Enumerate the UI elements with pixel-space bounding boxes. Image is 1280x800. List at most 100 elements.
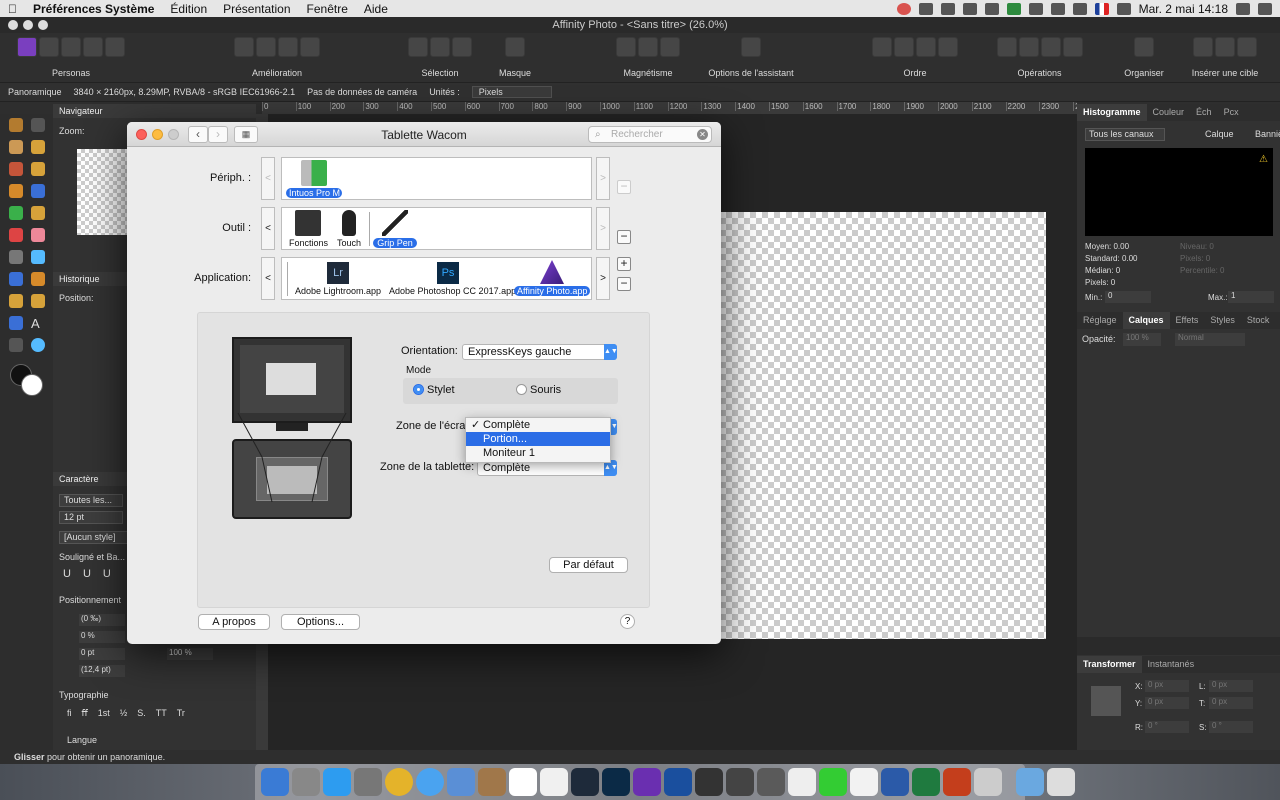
menu-presentation[interactable]: Présentation — [215, 2, 298, 16]
units-select[interactable]: Pixels — [471, 86, 552, 98]
clone-tool-icon[interactable] — [9, 228, 23, 242]
lasso-tool-icon[interactable] — [9, 184, 23, 198]
orientation-select[interactable]: ExpressKeys gauche ▲▼ — [462, 344, 618, 360]
app-left-arrow[interactable]: < — [261, 257, 275, 300]
insert-behind-icon[interactable] — [1215, 37, 1235, 57]
dodge-tool-icon[interactable] — [9, 250, 23, 264]
tool-item-fonctions[interactable]: Fonctions — [286, 208, 330, 248]
mode-souris-radio[interactable]: Souris — [516, 384, 561, 396]
preview-icon[interactable] — [974, 768, 1002, 796]
reminders-icon[interactable] — [540, 768, 568, 796]
tab-effets[interactable]: Effets — [1170, 312, 1205, 329]
photoshop-dock-icon[interactable] — [602, 768, 630, 796]
periph-left-arrow[interactable]: < — [261, 157, 275, 200]
secondary-color-well[interactable] — [21, 374, 43, 396]
app-item-photoshop[interactable]: Ps Adobe Photoshop CC 2017.app — [386, 258, 516, 296]
underline-section[interactable]: Souligné et Ba... — [59, 552, 125, 562]
warning-icon[interactable]: ⚠ — [1259, 154, 1268, 165]
max-field[interactable]: 1 — [1228, 291, 1274, 303]
baseline-field[interactable]: 0 pt — [79, 648, 125, 660]
r-field[interactable]: 0 ° — [1145, 721, 1189, 733]
tool-item-touch[interactable]: Touch — [334, 208, 364, 248]
invert-selection-icon[interactable] — [452, 37, 472, 57]
finder-icon[interactable] — [261, 768, 289, 796]
outil-right-arrow[interactable]: > — [596, 207, 610, 250]
search-field[interactable]: ⌕ Rechercher ✕ — [588, 126, 712, 143]
periph-right-arrow[interactable]: > — [596, 157, 610, 200]
menu-app-name[interactable]: Préférences Système — [25, 2, 162, 16]
pen-tool-icon[interactable] — [31, 294, 45, 308]
strikethrough-button[interactable]: U — [103, 568, 111, 580]
snapping-options-icon[interactable] — [638, 37, 658, 57]
arrange-icon[interactable] — [1134, 37, 1154, 57]
discretionary-ligature-button[interactable]: ﬀ — [82, 708, 88, 719]
quick-mask-icon[interactable] — [505, 37, 525, 57]
l-field[interactable]: 0 px — [1209, 680, 1253, 692]
tab-histogramme[interactable]: Histogramme — [1077, 104, 1147, 121]
lightroom-dock-icon[interactable] — [571, 768, 599, 796]
options-button[interactable]: Options... — [281, 614, 360, 630]
affinity-designer-dock-icon[interactable] — [664, 768, 692, 796]
downloads-folder-icon[interactable] — [1016, 768, 1044, 796]
device-item[interactable]: Intuos Pro M — [286, 158, 342, 198]
tab-transformer[interactable]: Transformer — [1077, 656, 1142, 673]
sponge-tool-icon[interactable] — [31, 250, 45, 264]
export-persona-icon[interactable] — [105, 37, 125, 57]
banniere-checkbox[interactable]: Bannière — [1255, 129, 1280, 139]
tab-reglage[interactable]: Réglage — [1077, 312, 1123, 329]
small-caps-button[interactable]: S. — [137, 708, 146, 719]
s-field[interactable]: 0 ° — [1209, 721, 1253, 733]
healing-tool-icon[interactable] — [9, 294, 23, 308]
system-preferences-icon[interactable] — [354, 768, 382, 796]
tab-stock[interactable]: Stock — [1241, 312, 1276, 329]
bluetooth-icon[interactable] — [1028, 2, 1043, 15]
opacity-field[interactable]: 100 % — [1123, 333, 1161, 346]
blend-mode-select[interactable]: Normal — [1175, 333, 1245, 346]
paint-mixer-icon[interactable] — [9, 206, 23, 220]
a-propos-button[interactable]: A propos — [198, 614, 270, 630]
affinity-photo-dock-icon[interactable] — [633, 768, 661, 796]
search-icon[interactable] — [1236, 2, 1250, 15]
tab-calques[interactable]: Calques — [1122, 312, 1170, 329]
intersect-icon[interactable] — [1040, 37, 1061, 57]
subtract-icon[interactable] — [1018, 37, 1039, 57]
tab-couleur[interactable]: Couleur — [1147, 104, 1191, 121]
app-right-arrow[interactable]: > — [596, 257, 610, 300]
anchor-selector[interactable] — [1091, 686, 1121, 716]
y-field[interactable]: 0 px — [1145, 697, 1189, 709]
time-machine-icon[interactable] — [1050, 2, 1065, 15]
fill-tool-icon[interactable] — [31, 184, 45, 198]
shape-tool-icon[interactable] — [9, 316, 23, 330]
text-tool-icon[interactable]: A — [31, 316, 45, 331]
vpn-icon[interactable] — [1006, 2, 1021, 15]
pencil-tool-icon[interactable] — [31, 206, 45, 220]
move-to-front-icon[interactable] — [938, 37, 958, 57]
brush-tool-icon[interactable] — [9, 162, 23, 176]
zoom-tool-icon[interactable] — [31, 338, 45, 352]
outil-remove-button[interactable]: − — [617, 230, 631, 244]
assistant-icon[interactable] — [741, 37, 761, 57]
auto-colors-icon[interactable] — [278, 37, 298, 57]
notification-badge-icon[interactable] — [896, 2, 911, 15]
navigator-header[interactable]: Navigateur — [53, 104, 256, 118]
langue-section[interactable]: Langue — [67, 735, 97, 745]
mail-icon[interactable] — [447, 768, 475, 796]
deselect-icon[interactable] — [430, 37, 450, 57]
image-capture-icon[interactable] — [757, 768, 785, 796]
t-field[interactable]: 0 px — [1209, 697, 1253, 709]
help-button[interactable]: ? — [620, 614, 635, 629]
camera-raw-icon[interactable] — [695, 768, 723, 796]
photo-persona-icon[interactable] — [17, 37, 37, 57]
launchpad-icon[interactable] — [292, 768, 320, 796]
eye-icon[interactable] — [962, 2, 977, 15]
facetime-icon[interactable] — [819, 768, 847, 796]
all-caps-button[interactable]: TT — [156, 708, 167, 719]
move-forward-icon[interactable] — [916, 37, 936, 57]
mesh-tool-icon[interactable] — [9, 338, 23, 352]
underline-button[interactable]: U — [63, 568, 71, 580]
navigator-preview[interactable] — [77, 149, 127, 235]
word-icon[interactable] — [881, 768, 909, 796]
powerpoint-icon[interactable] — [943, 768, 971, 796]
eject-icon[interactable] — [1116, 2, 1131, 15]
tab-ech[interactable]: Éch — [1190, 104, 1218, 121]
